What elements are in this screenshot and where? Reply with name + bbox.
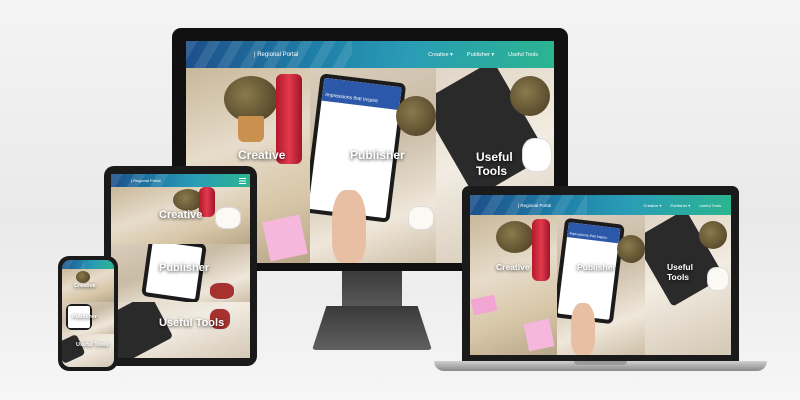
tablet-menu <box>239 177 246 184</box>
laptop-brand[interactable]: | Regional Portal <box>518 203 551 208</box>
phone-tile-creative[interactable]: Creative <box>62 269 114 302</box>
monitor-menu-creative[interactable]: Creative ▾ <box>428 52 453 58</box>
laptop-navbar: | Regional Portal Creative ▾ Publisher ▾… <box>470 195 731 215</box>
tablet-tile-useful-tools[interactable]: Useful Tools <box>111 302 250 358</box>
tablet-tile-publisher[interactable]: Publisher <box>111 244 250 302</box>
monitor-tile-publisher[interactable]: Impressions that Inspire Publisher <box>310 68 436 263</box>
tablet-tile-creative-label: Creative <box>159 209 203 221</box>
phone-tile-publisher-label: Publisher <box>72 314 98 320</box>
monitor-stand-neck <box>342 271 402 309</box>
laptop-base <box>434 361 767 371</box>
phone-tile-publisher[interactable]: Publisher <box>62 302 114 334</box>
laptop-menu: Creative ▾ Publisher ▾ Useful Tools <box>643 203 731 208</box>
laptop-menu-creative[interactable]: Creative ▾ <box>643 203 661 208</box>
phone-tile-useful-tools[interactable]: Useful Tools <box>62 334 114 367</box>
monitor-tile-creative-label: Creative <box>238 148 286 162</box>
monitor-menu: Creative ▾ Publisher ▾ Useful Tools <box>428 52 554 58</box>
monitor-menu-useful-tools[interactable]: Useful Tools <box>508 52 538 58</box>
monitor-tile-publisher-label: Publisher <box>350 148 405 162</box>
tablet-device: | Regional Portal Creative Publisher Use… <box>104 166 257 366</box>
phone-tile-creative-label: Creative <box>74 283 96 289</box>
monitor-stand-base <box>312 306 432 350</box>
tablet-screen: | Regional Portal Creative Publisher Use… <box>111 174 250 358</box>
laptop-tile-creative[interactable]: Creative <box>470 215 557 355</box>
phone-tile-tools-label: Useful Tools <box>76 342 109 348</box>
phone-navbar <box>62 260 114 269</box>
laptop-tile-publisher-label: Publisher <box>577 262 616 272</box>
phone-device: Creative Publisher Useful Tools <box>58 256 118 371</box>
monitor-tablet-heading: Impressions that Inspire <box>321 77 402 111</box>
tablet-navbar: | Regional Portal <box>111 174 250 187</box>
monitor-brand[interactable]: | Regional Portal <box>254 52 298 58</box>
tablet-brand[interactable]: | Regional Portal <box>131 178 161 183</box>
tablet-tile-creative[interactable]: Creative <box>111 187 250 244</box>
laptop-screen: | Regional Portal Creative ▾ Publisher ▾… <box>470 195 731 355</box>
laptop-tile-publisher[interactable]: Impressions that Inspire Publisher <box>557 215 645 355</box>
monitor-tile-tools-label: Useful Tools <box>476 150 513 178</box>
tablet-tile-publisher-label: Publisher <box>159 262 210 274</box>
monitor-navbar: | Regional Portal Creative ▾ Publisher ▾… <box>186 41 554 68</box>
laptop-tile-useful-tools[interactable]: Useful Tools <box>645 215 731 355</box>
tablet-tile-tools-label: Useful Tools <box>159 317 225 329</box>
laptop-tile-creative-label: Creative <box>496 262 530 272</box>
hamburger-icon[interactable] <box>239 177 246 184</box>
laptop-tile-tools-label: Useful Tools <box>667 262 693 282</box>
phone-screen: Creative Publisher Useful Tools <box>62 260 114 367</box>
laptop-tablet-heading: Impressions that Inspire <box>566 222 621 244</box>
monitor-menu-publisher[interactable]: Publisher ▾ <box>467 52 494 58</box>
laptop-menu-publisher[interactable]: Publisher ▾ <box>670 203 690 208</box>
laptop-menu-useful-tools[interactable]: Useful Tools <box>699 203 721 208</box>
laptop-device: | Regional Portal Creative ▾ Publisher ▾… <box>462 186 739 361</box>
